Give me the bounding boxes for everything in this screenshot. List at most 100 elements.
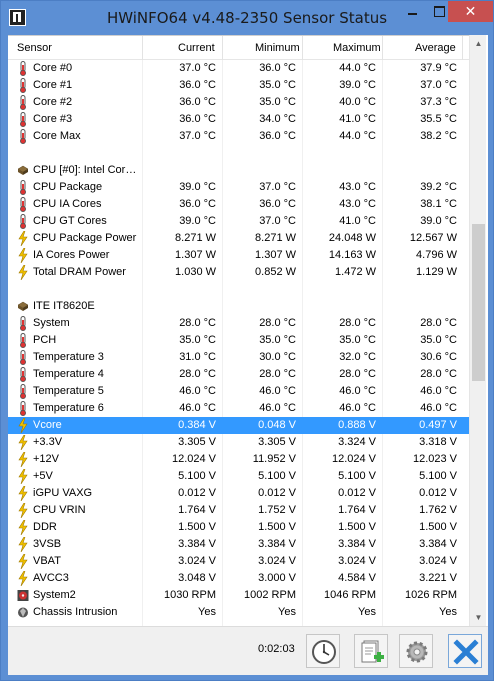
table-header: Sensor Current Minimum Maximum Average [8, 36, 469, 60]
thermometer-icon [17, 333, 29, 348]
maximum-value: 3.324 V [338, 436, 376, 448]
sensor-name: CPU GT Cores [33, 215, 107, 227]
table-row[interactable]: Temperature 6 46.0 °C 46.0 °C 46.0 °C 46.0 °… [8, 400, 469, 417]
minimum-value: 36.0 °C [259, 198, 296, 210]
settings-button[interactable] [399, 634, 433, 668]
maximum-value: 40.0 °C [339, 96, 376, 108]
scroll-down-arrow-icon[interactable]: ▼ [470, 609, 487, 626]
column-divider[interactable] [302, 36, 303, 60]
minimum-value: 37.0 °C [259, 181, 296, 193]
table-row[interactable]: Core Max 37.0 °C 36.0 °C 44.0 °C 38.2 °C [8, 128, 469, 145]
minimize-button[interactable] [399, 1, 426, 22]
lightning-icon [17, 519, 29, 536]
maximum-value: 35.0 °C [339, 334, 376, 346]
sensor-name: ITE IT8620E [33, 300, 95, 312]
table-row[interactable]: CPU Package 39.0 °C 37.0 °C 43.0 °C 39.2 °C [8, 179, 469, 196]
table-row[interactable]: 3VSB 3.384 V 3.384 V 3.384 V 3.384 V [8, 536, 469, 553]
column-divider[interactable] [142, 36, 143, 60]
table-row[interactable]: Core #1 36.0 °C 35.0 °C 39.0 °C 37.0 °C [8, 77, 469, 94]
table-row[interactable]: Vcore 0.384 V 0.048 V 0.888 V 0.497 V [8, 417, 469, 434]
sensor-name: CPU Package [33, 181, 103, 193]
sensor-name: IA Cores Power [33, 249, 110, 261]
current-value: 1.764 V [178, 504, 216, 516]
table-row[interactable]: VBAT 3.024 V 3.024 V 3.024 V 3.024 V [8, 553, 469, 570]
lightning-icon [17, 230, 29, 247]
table-row[interactable]: CPU VRIN 1.764 V 1.752 V 1.764 V 1.762 V [8, 502, 469, 519]
table-row[interactable]: CPU GT Cores 39.0 °C 37.0 °C 41.0 °C 39.0 °C [8, 213, 469, 230]
lightning-icon [17, 434, 29, 451]
minimum-value: 28.0 °C [259, 368, 296, 380]
average-value: 46.0 °C [420, 402, 457, 414]
current-value: 36.0 °C [179, 198, 216, 210]
thermometer-icon [17, 197, 29, 212]
current-value: 1.307 W [175, 249, 216, 261]
current-value: 0.384 V [178, 419, 216, 431]
average-value: 28.0 °C [420, 368, 457, 380]
column-header-current[interactable]: Current [178, 42, 215, 54]
sensor-name: CPU IA Cores [33, 198, 102, 210]
table-row[interactable]: CPU IA Cores 36.0 °C 36.0 °C 43.0 °C 38.1 °C [8, 196, 469, 213]
maximum-value: 0.012 V [338, 487, 376, 499]
table-row[interactable]: Chassis Intrusion Yes Yes Yes Yes [8, 604, 469, 621]
current-value: 37.0 °C [179, 130, 216, 142]
table-row[interactable]: Core #0 37.0 °C 36.0 °C 44.0 °C 37.9 °C [8, 60, 469, 77]
minimum-value: 35.0 °C [259, 96, 296, 108]
table-row[interactable]: DDR 1.500 V 1.500 V 1.500 V 1.500 V [8, 519, 469, 536]
minimum-value: 37.0 °C [259, 215, 296, 227]
table-row[interactable]: Core #2 36.0 °C 35.0 °C 40.0 °C 37.3 °C [8, 94, 469, 111]
column-divider[interactable] [382, 36, 383, 60]
column-header-minimum[interactable]: Minimum [255, 42, 300, 54]
current-value: 1.500 V [178, 521, 216, 533]
average-value: 0.012 V [419, 487, 457, 499]
maximum-value: 1.500 V [338, 521, 376, 533]
current-value: 8.271 W [175, 232, 216, 244]
window-close-button[interactable]: ✕ [448, 1, 493, 22]
table-row[interactable]: IA Cores Power 1.307 W 1.307 W 14.163 W 4.79… [8, 247, 469, 264]
table-row[interactable]: System2 1030 RPM 1002 RPM 1046 RPM 1026 RPM [8, 587, 469, 604]
app-window: HWiNFO64 v4.48-2350 Sensor Status ✕ Sens… [0, 0, 494, 681]
maximum-value: Yes [358, 606, 376, 618]
table-row[interactable]: Temperature 5 46.0 °C 46.0 °C 46.0 °C 46.0 °… [8, 383, 469, 400]
title-bar[interactable]: HWiNFO64 v4.48-2350 Sensor Status ✕ [1, 1, 493, 35]
sensor-group-header[interactable]: CPU [#0]: Intel Cor… [8, 162, 469, 179]
table-row[interactable]: Core #3 36.0 °C 34.0 °C 41.0 °C 35.5 °C [8, 111, 469, 128]
column-header-average[interactable]: Average [415, 42, 456, 54]
column-divider[interactable] [462, 36, 463, 60]
scroll-up-arrow-icon[interactable]: ▲ [470, 35, 487, 52]
sensor-name: Core #2 [33, 96, 73, 108]
column-divider[interactable] [222, 36, 223, 60]
average-value: 46.0 °C [420, 385, 457, 397]
table-row[interactable]: Temperature 3 31.0 °C 30.0 °C 32.0 °C 30.6 °… [8, 349, 469, 366]
table-row[interactable]: Total DRAM Power 1.030 W 0.852 W 1.472 W 1.1… [8, 264, 469, 281]
table-row[interactable]: +12V 12.024 V 11.952 V 12.024 V 12.023 V [8, 451, 469, 468]
table-row[interactable]: CPU Package Power 8.271 W 8.271 W 24.048 W 1… [8, 230, 469, 247]
table-row[interactable]: +5V 5.100 V 5.100 V 5.100 V 5.100 V [8, 468, 469, 485]
table-row[interactable]: iGPU VAXG 0.012 V 0.012 V 0.012 V 0.012 V [8, 485, 469, 502]
current-value: 36.0 °C [179, 113, 216, 125]
column-header-maximum[interactable]: Maximum [333, 42, 381, 54]
vertical-scrollbar[interactable]: ▲ ▼ [469, 35, 486, 626]
maximum-value: 32.0 °C [339, 351, 376, 363]
sensor-name: CPU Package Power [33, 232, 137, 244]
logging-button[interactable] [354, 634, 388, 668]
maximum-value: 4.584 V [338, 572, 376, 584]
average-value: 4.796 W [416, 249, 457, 261]
table-row[interactable]: Temperature 4 28.0 °C 28.0 °C 28.0 °C 28.0 °… [8, 366, 469, 383]
maximum-value: 12.024 V [331, 453, 376, 465]
average-value: 39.2 °C [420, 181, 457, 193]
report-add-icon [361, 640, 384, 663]
average-value: 38.2 °C [420, 130, 457, 142]
table-row[interactable]: PCH 35.0 °C 35.0 °C 35.0 °C 35.0 °C [8, 332, 469, 349]
maximum-value: 44.0 °C [339, 62, 376, 74]
scroll-thumb[interactable] [472, 224, 485, 381]
table-row[interactable]: AVCC3 3.048 V 3.000 V 4.584 V 3.221 V [8, 570, 469, 587]
sensor-name: Temperature 6 [33, 402, 104, 414]
gear-icon [406, 641, 428, 663]
sensor-group-header[interactable]: ITE IT8620E [8, 298, 469, 315]
close-sensors-button[interactable] [448, 634, 482, 668]
lightning-icon [17, 451, 29, 468]
table-row[interactable]: System 28.0 °C 28.0 °C 28.0 °C 28.0 °C [8, 315, 469, 332]
column-header-sensor[interactable]: Sensor [17, 42, 52, 54]
table-row[interactable]: +3.3V 3.305 V 3.305 V 3.324 V 3.318 V [8, 434, 469, 451]
reset-timer-button[interactable] [306, 634, 340, 668]
